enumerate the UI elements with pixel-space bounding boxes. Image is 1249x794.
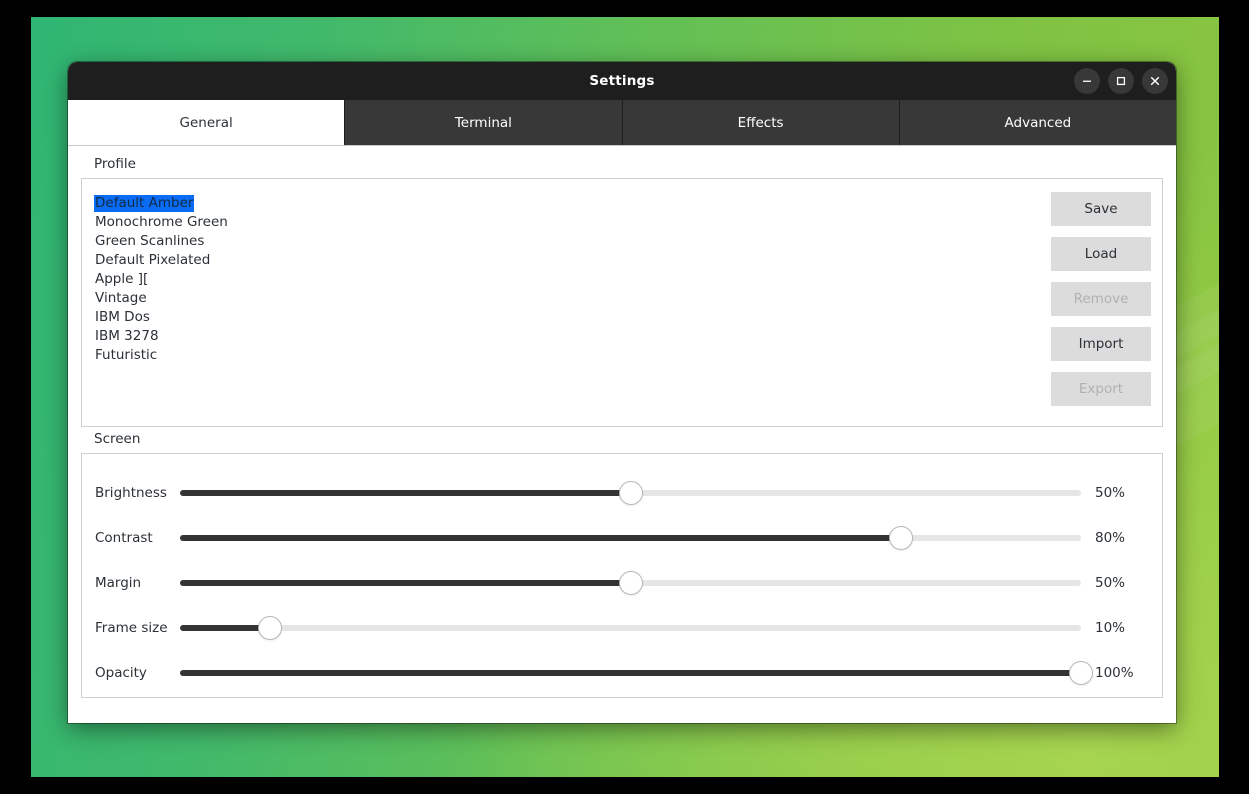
window-body: Profile Default Amber Monochrome Green Gre… xyxy=(68,146,1176,723)
tab-terminal[interactable]: Terminal xyxy=(344,100,622,145)
slider-handle[interactable] xyxy=(618,570,643,595)
profile-item-label: Default Pixelated xyxy=(95,252,211,268)
profile-item-label: Default Amber xyxy=(94,195,195,212)
profile-button-column: Save Load Remove Import Export xyxy=(1051,191,1151,414)
tab-general[interactable]: General xyxy=(68,100,345,145)
list-item[interactable]: Apple ][ xyxy=(94,269,1039,288)
slider-track xyxy=(180,624,1081,631)
import-button[interactable]: Import xyxy=(1051,327,1151,361)
list-item[interactable]: Default Amber xyxy=(94,193,1039,212)
window-title: Settings xyxy=(589,73,655,89)
list-item[interactable]: Monochrome Green xyxy=(94,212,1039,231)
maximize-button[interactable] xyxy=(1108,68,1134,94)
tab-effects[interactable]: Effects xyxy=(621,100,899,145)
profile-item-label: Monochrome Green xyxy=(95,214,228,230)
close-button[interactable] xyxy=(1142,68,1168,94)
slider-label-margin: Margin xyxy=(95,574,142,591)
screen-group: Screen Brightness 50% Contrast 80% Margin 50%… xyxy=(81,431,1163,698)
list-item[interactable]: Default Pixelated xyxy=(94,250,1039,269)
minimize-icon xyxy=(1083,80,1091,82)
slider-fill xyxy=(180,624,271,631)
slider-value-contrast: 80% xyxy=(1095,529,1126,546)
tab-label: General xyxy=(179,114,233,131)
slider-row-opacity: Opacity 100% xyxy=(95,650,1149,695)
slider-row-margin: Margin 50% xyxy=(95,560,1149,605)
profile-item-label: Apple ][ xyxy=(95,271,149,287)
slider-brightness[interactable] xyxy=(180,478,1081,508)
save-button[interactable]: Save xyxy=(1051,192,1151,226)
remove-button: Remove xyxy=(1051,282,1151,316)
export-button: Export xyxy=(1051,372,1151,406)
slider-handle[interactable] xyxy=(258,615,283,640)
list-item[interactable]: IBM 3278 xyxy=(94,326,1039,345)
settings-window: Settings General Terminal Effects Advanc… xyxy=(68,62,1176,723)
screen-group-box: Brightness 50% Contrast 80% Margin 50% Frame s… xyxy=(81,453,1163,698)
screenshot-root: Settings General Terminal Effects Advanc… xyxy=(0,0,1249,794)
button-label: Import xyxy=(1078,336,1124,352)
list-item[interactable]: Green Scanlines xyxy=(94,231,1039,250)
tab-advanced[interactable]: Advanced xyxy=(898,100,1176,145)
profile-group: Profile Default Amber Monochrome Green Gre… xyxy=(81,156,1163,427)
button-label: Load xyxy=(1084,246,1118,262)
list-item[interactable]: Vintage xyxy=(94,288,1039,307)
slider-label-opacity: Opacity xyxy=(95,664,147,681)
button-label: Save xyxy=(1084,201,1118,217)
tab-label: Advanced xyxy=(1004,114,1072,131)
list-item[interactable]: Futuristic xyxy=(94,345,1039,364)
slider-row-contrast: Contrast 80% xyxy=(95,515,1149,560)
maximize-icon xyxy=(1116,76,1126,86)
profile-item-label: Green Scanlines xyxy=(95,233,205,249)
slider-fill xyxy=(180,669,1081,676)
profile-list[interactable]: Default Amber Monochrome Green Green Scanl… xyxy=(94,191,1039,414)
slider-handle[interactable] xyxy=(618,480,643,505)
window-controls xyxy=(1074,62,1168,100)
slider-row-brightness: Brightness 50% xyxy=(95,470,1149,515)
slider-contrast[interactable] xyxy=(180,523,1081,553)
slider-row-frame-size: Frame size 10% xyxy=(95,605,1149,650)
profile-group-title: Profile xyxy=(94,156,136,172)
load-button[interactable]: Load xyxy=(1051,237,1151,271)
slider-value-opacity: 100% xyxy=(1095,664,1134,681)
window-titlebar: Settings xyxy=(68,62,1176,100)
tab-label: Terminal xyxy=(454,114,512,131)
close-icon xyxy=(1150,76,1160,86)
button-label: Remove xyxy=(1073,291,1129,307)
profile-item-label: Vintage xyxy=(95,290,147,306)
profile-item-label: IBM Dos xyxy=(95,309,150,325)
profile-item-label: Futuristic xyxy=(95,347,158,363)
button-label: Export xyxy=(1078,381,1124,397)
slider-opacity[interactable] xyxy=(180,658,1093,688)
slider-handle[interactable] xyxy=(888,525,913,550)
slider-fill xyxy=(180,489,631,496)
profile-item-label: IBM 3278 xyxy=(95,328,159,344)
slider-fill xyxy=(180,534,901,541)
profile-group-box: Default Amber Monochrome Green Green Scanl… xyxy=(81,178,1163,427)
screen-group-title: Screen xyxy=(94,431,141,447)
slider-value-frame-size: 10% xyxy=(1095,619,1126,636)
slider-value-margin: 50% xyxy=(1095,574,1126,591)
slider-label-frame-size: Frame size xyxy=(95,619,168,636)
tab-bar: General Terminal Effects Advanced xyxy=(68,100,1176,146)
slider-value-brightness: 50% xyxy=(1095,484,1126,501)
slider-label-brightness: Brightness xyxy=(95,484,167,501)
minimize-button[interactable] xyxy=(1074,68,1100,94)
slider-handle[interactable] xyxy=(1069,660,1093,685)
slider-frame-size[interactable] xyxy=(180,613,1081,643)
tab-label: Effects xyxy=(737,114,784,131)
slider-fill xyxy=(180,579,631,586)
slider-margin[interactable] xyxy=(180,568,1081,598)
slider-label-contrast: Contrast xyxy=(95,529,153,546)
list-item[interactable]: IBM Dos xyxy=(94,307,1039,326)
